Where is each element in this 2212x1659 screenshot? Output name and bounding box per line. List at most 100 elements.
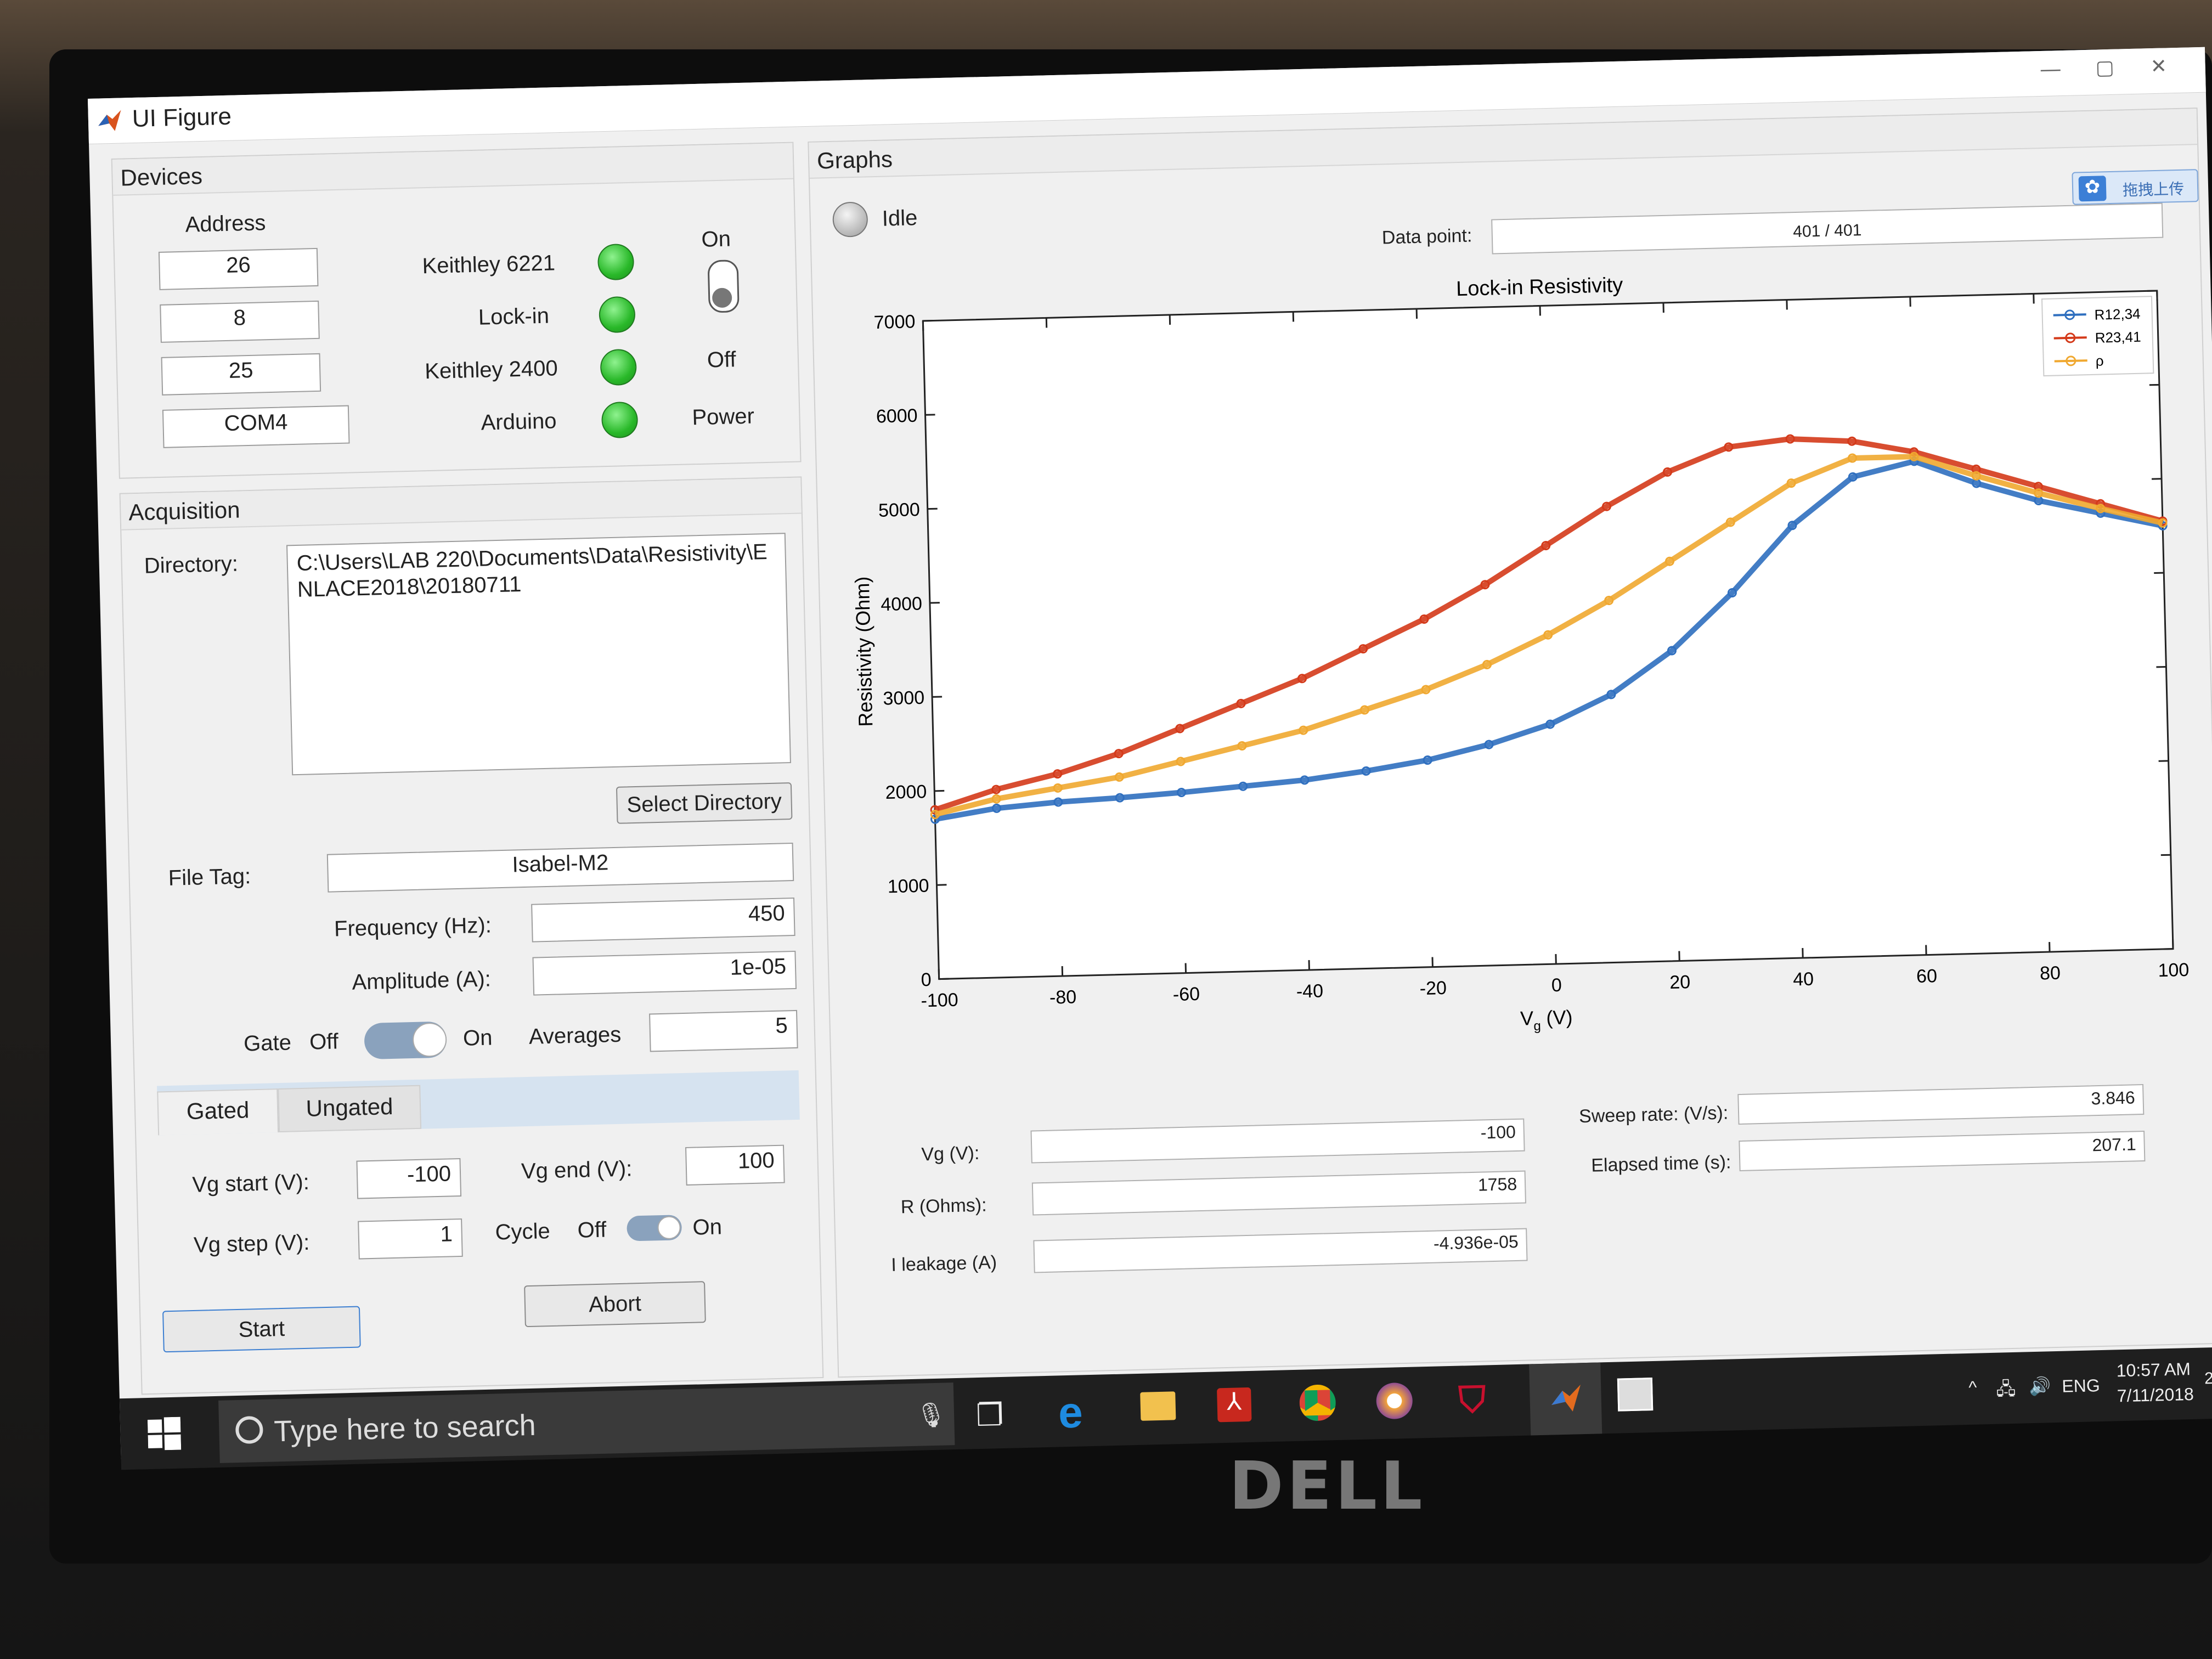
cycle-label: Cycle <box>495 1219 551 1245</box>
chrome-icon[interactable] <box>1299 1384 1336 1421</box>
y-tick-label: 5000 <box>878 499 921 521</box>
x-tick-label: -60 <box>1172 984 1200 1005</box>
matlab-taskbar-icon[interactable] <box>1529 1362 1602 1436</box>
frequency-input[interactable]: 450 <box>531 897 795 943</box>
x-tick-label: 100 <box>2158 960 2190 981</box>
instrument-label-lockin: Lock-in <box>478 303 550 330</box>
select-directory-button[interactable]: Select Directory <box>616 782 793 824</box>
screen: UI Figure — ▢ ✕ Devices Address 26 8 25 … <box>88 47 2212 1470</box>
task-view-icon[interactable]: ❐ <box>975 1397 1004 1434</box>
status-lamp-arduino <box>601 401 639 439</box>
clock-date[interactable]: 7/11/2018 <box>2117 1384 2194 1406</box>
amplitude-input[interactable]: 1e-05 <box>532 950 797 996</box>
status-lamp-lockin <box>599 296 636 334</box>
gate-off-label: Off <box>309 1029 339 1054</box>
gate-on-label: On <box>462 1025 493 1051</box>
cycle-toggle[interactable] <box>627 1215 682 1242</box>
vg-start-label: Vg start (V): <box>191 1170 310 1197</box>
x-tick-label: 80 <box>2040 963 2061 984</box>
elapsed-time-label: Elapsed time (s): <box>1590 1152 1731 1176</box>
power-switch-off-label: Off <box>707 347 737 373</box>
instrument-label-arduino: Arduino <box>481 409 557 435</box>
mcafee-icon[interactable]: ⛉ <box>1458 1378 1486 1422</box>
address-field-keithley6221[interactable]: 26 <box>158 247 319 290</box>
volume-icon[interactable]: 🔊 <box>2029 1375 2051 1397</box>
status-label: Idle <box>882 206 918 231</box>
tray-chevron-icon[interactable]: ^ <box>1968 1378 1977 1398</box>
address-field-keithley2400[interactable]: 25 <box>161 353 321 396</box>
legend-entry: R23,41 <box>2095 329 2141 346</box>
microphone-icon[interactable]: 🎙 <box>915 1400 946 1429</box>
cycle-on-label: On <box>692 1215 723 1240</box>
sweep-tabbar: Gated Ungated <box>157 1070 800 1136</box>
tab-ungated[interactable]: Ungated <box>278 1085 422 1133</box>
amplitude-label: Amplitude (A): <box>351 967 492 995</box>
power-switch[interactable] <box>707 259 740 313</box>
vg-step-input[interactable]: 1 <box>358 1218 463 1260</box>
edge-icon[interactable]: e <box>1058 1387 1084 1438</box>
graphs-panel: Graphs Idle Data point: 401 / 401 ✿ 拖拽上传… <box>808 108 2212 1378</box>
cortana-icon <box>235 1415 263 1444</box>
y-tick-label: 2000 <box>885 781 927 803</box>
minimize-icon[interactable]: — <box>2040 57 2061 81</box>
photos-icon[interactable] <box>1617 1378 1654 1412</box>
network-icon[interactable]: 🖧 <box>1996 1376 2016 1407</box>
maximize-icon[interactable]: ▢ <box>2095 56 2114 80</box>
vg-step-label: Vg step (V): <box>193 1230 310 1257</box>
browser-icon[interactable] <box>1375 1382 1413 1420</box>
language-indicator[interactable]: ENG <box>2062 1375 2100 1397</box>
notification-badge[interactable]: 27 <box>2204 1369 2212 1389</box>
chart-title: Lock-in Resistivity <box>1456 274 1623 301</box>
legend-entry: R12,34 <box>2094 306 2141 323</box>
x-tick-label: -20 <box>1419 978 1447 999</box>
y-tick-label: 6000 <box>876 405 918 427</box>
vg-end-input[interactable]: 100 <box>685 1144 785 1186</box>
cycle-off-label: Off <box>577 1217 607 1243</box>
directory-textarea[interactable]: C:\Users\LAB 220\Documents\Data\Resistiv… <box>286 533 791 776</box>
start-button[interactable]: Start <box>162 1306 361 1353</box>
y-tick-label: 4000 <box>881 593 923 615</box>
window-title: UI Figure <box>132 103 232 133</box>
address-label: Address <box>185 211 266 237</box>
y-tick-label: 1000 <box>887 876 929 898</box>
upload-widget[interactable]: ✿ 拖拽上传 <box>2072 169 2199 205</box>
x-tick-label: 40 <box>1793 969 1814 990</box>
close-icon[interactable]: ✕ <box>2150 54 2167 78</box>
taskbar-search-placeholder: Type here to search <box>273 1408 537 1448</box>
x-tick-label: -40 <box>1296 980 1323 1002</box>
clock-time[interactable]: 10:57 AM <box>2116 1359 2191 1381</box>
cycle-toggle-knob <box>657 1216 681 1240</box>
averages-label: Averages <box>528 1022 622 1049</box>
gate-label: Gate <box>243 1030 292 1056</box>
tab-gated[interactable]: Gated <box>157 1088 279 1136</box>
taskbar-search-box[interactable]: Type here to search 🎙 <box>218 1383 955 1463</box>
legend-swatch <box>2054 359 2087 363</box>
x-tick-label: 20 <box>1669 972 1691 993</box>
legend-entry: ρ <box>2095 352 2104 369</box>
upload-label: 拖拽上传 <box>2122 180 2185 199</box>
x-tick-label: 60 <box>1916 966 1938 987</box>
status-lamp-keithley6221 <box>597 243 635 281</box>
file-explorer-icon[interactable] <box>1140 1391 1176 1421</box>
legend-swatch <box>2053 336 2087 340</box>
resistivity-plot: Lock-in Resistivity -100 -80 -60 -40 -20 0 20 40… <box>851 274 2190 1034</box>
vg-end-label: Vg end (V): <box>521 1156 633 1184</box>
windows-start-icon[interactable] <box>147 1417 182 1451</box>
y-tick-label: 7000 <box>873 311 916 333</box>
gate-toggle[interactable] <box>364 1021 447 1060</box>
r-readout-label: R (Ohms): <box>900 1194 988 1218</box>
address-field-lockin[interactable]: 8 <box>160 300 320 343</box>
y-axis-label: Resistivity (Ohm) <box>851 576 877 727</box>
address-field-arduino[interactable]: COM4 <box>162 405 350 448</box>
abort-button[interactable]: Abort <box>524 1281 706 1328</box>
x-axis-label-subscript: g <box>1533 1019 1541 1034</box>
instrument-label-keithley6221: Keithley 6221 <box>422 251 556 279</box>
x-tick-label: -80 <box>1049 986 1077 1008</box>
file-tag-input[interactable]: Isabel-M2 <box>326 842 794 893</box>
monitor-brand-logo: DELL <box>1229 1448 1426 1525</box>
vg-start-input[interactable]: -100 <box>356 1158 462 1199</box>
status-lamp-keithley2400 <box>600 348 637 386</box>
averages-input[interactable]: 5 <box>649 1009 798 1052</box>
acrobat-icon[interactable]: ⅄ <box>1217 1387 1252 1423</box>
vg-readout: -100 <box>1030 1118 1525 1164</box>
